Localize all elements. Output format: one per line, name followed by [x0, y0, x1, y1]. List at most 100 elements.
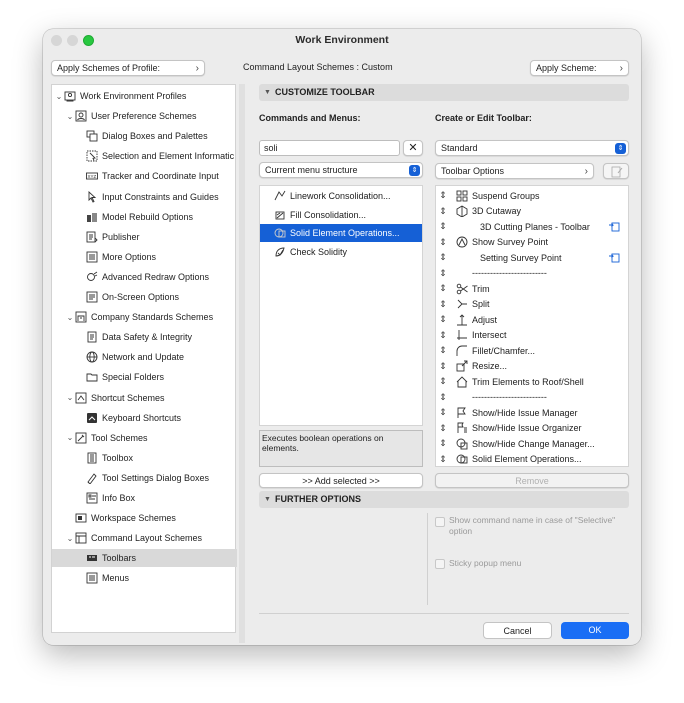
tree-item-toolbars[interactable]: Toolbars [52, 549, 237, 568]
toolbar-item[interactable]: ⇕ Suspend Groups [436, 188, 628, 203]
show-command-name-checkbox[interactable] [435, 517, 445, 527]
toolbar-item[interactable]: ⇕ Trim [436, 281, 628, 296]
tree-item-tool-schemes[interactable]: ⌄ Tool Schemes [65, 429, 235, 447]
toolbar-item[interactable]: ⇕ Resize... [436, 359, 628, 374]
toolbar-item[interactable]: ⇕ ------------------------- [436, 266, 628, 281]
tree-item-special-folders[interactable]: Special Folders [76, 368, 235, 386]
tree-item-network-and-update[interactable]: Network and Update [76, 348, 235, 366]
toolbar-item[interactable]: ⇕ Show/Hide Issue Manager [436, 405, 628, 420]
tree-item-publisher[interactable]: Publisher [76, 228, 235, 246]
tree-item-company-standards-schemes[interactable]: ⌄ Company Standards Schemes [65, 308, 235, 326]
menu-structure-select[interactable]: Current menu structure ⇕ [259, 162, 423, 178]
scheme-caption: Command Layout Schemes : Custom [243, 62, 393, 72]
close-window-button[interactable] [51, 35, 62, 46]
command-results-list[interactable]: Linework Consolidation... Fill Consolidat… [259, 185, 423, 426]
add-selected-button[interactable]: >> Add selected >> [259, 473, 423, 488]
toolbar-item[interactable]: ⇕ Show/Hide Issue Organizer [436, 421, 628, 436]
apply-scheme-button[interactable]: Apply Scheme: › [530, 60, 629, 76]
reorder-handle-icon[interactable]: ⇕ [436, 407, 450, 418]
toolbox-icon [86, 452, 98, 464]
disclosure-chevron-icon[interactable]: ⌄ [65, 433, 75, 442]
command-result-item[interactable]: Fill Consolidation... [260, 206, 422, 224]
toolbar-item[interactable]: ⇕ Adjust [436, 312, 628, 327]
tree-item-on-screen-options[interactable]: On-Screen Options [76, 288, 235, 306]
disclosure-chevron-icon[interactable]: ⌄ [65, 393, 75, 402]
resize-icon [456, 360, 468, 372]
tree-item-dialog-boxes-and-palettes[interactable]: Dialog Boxes and Palettes [76, 127, 235, 145]
pane-divider[interactable] [239, 84, 245, 643]
ok-button[interactable]: OK [561, 622, 629, 639]
reorder-handle-icon[interactable]: ⇕ [436, 376, 450, 387]
tree-item-workspace-schemes[interactable]: Workspace Schemes [65, 509, 235, 527]
toolbar-select[interactable]: Standard ⇕ [435, 140, 629, 156]
reorder-handle-icon[interactable]: ⇕ [436, 438, 450, 449]
reorder-handle-icon[interactable]: ⇕ [436, 221, 450, 232]
toolbar-item[interactable]: ⇕ 3D Cutaway [436, 204, 628, 219]
show-command-name-label: Show command name in case of "Selective"… [449, 515, 616, 536]
apply-schemes-of-profile-button[interactable]: Apply Schemes of Profile: › [51, 60, 205, 76]
customize-toolbar-header[interactable]: ▼ CUSTOMIZE TOOLBAR [259, 84, 629, 101]
reorder-handle-icon[interactable]: ⇕ [436, 190, 450, 201]
tree-item-advanced-redraw-options[interactable]: Advanced Redraw Options [76, 268, 235, 286]
tree-item-input-constraints-and-guides[interactable]: Input Constraints and Guides [76, 188, 235, 206]
clear-search-button[interactable]: ✕ [403, 140, 423, 156]
scheme-tree[interactable]: ⌄ Work Environment Profiles ⌄ User Preferen… [51, 84, 237, 633]
zoom-window-button[interactable] [83, 35, 94, 46]
tree-item-keyboard-shortcuts[interactable]: Keyboard Shortcuts [76, 409, 235, 427]
toolbar-item[interactable]: ⇕ Show/Hide Change Manager... [436, 436, 628, 451]
remove-button[interactable]: Remove [435, 473, 629, 488]
disclosure-chevron-icon[interactable]: ⌄ [54, 92, 64, 101]
toolbar-item[interactable]: ⇕ Split [436, 297, 628, 312]
reorder-handle-icon[interactable]: ⇕ [436, 392, 450, 403]
toolbar-item[interactable]: ⇕ Fillet/Chamfer... [436, 343, 628, 358]
toolbar-item-label: Solid Element Operations... [472, 454, 582, 464]
toolbar-item[interactable]: ⇕ Show Survey Point [436, 235, 628, 250]
reorder-handle-icon[interactable]: ⇕ [436, 330, 450, 341]
reorder-handle-icon[interactable]: ⇕ [436, 283, 450, 294]
reorder-handle-icon[interactable]: ⇕ [436, 237, 450, 248]
tree-item-tool-settings-dialog-boxes[interactable]: Tool Settings Dialog Boxes [76, 469, 235, 487]
toolbar-item[interactable]: ⇕ Solid Element Operations... [436, 452, 628, 467]
reorder-handle-icon[interactable]: ⇕ [436, 252, 450, 263]
toolbar-item[interactable]: ⇕ Setting Survey Point [436, 250, 628, 265]
edit-toolbar-button[interactable] [603, 163, 629, 179]
reorder-handle-icon[interactable]: ⇕ [436, 361, 450, 372]
command-result-item[interactable]: Solid Element Operations... [260, 224, 422, 242]
reorder-handle-icon[interactable]: ⇕ [436, 206, 450, 217]
disclosure-chevron-icon[interactable]: ⌄ [65, 534, 75, 543]
toolbar-items-list[interactable]: ⇕ Suspend Groups ⇕ 3D Cutaway ⇕ 3D Cutting Pl… [435, 185, 629, 467]
command-result-item[interactable]: Check Solidity [260, 243, 422, 261]
tree-item-shortcut-schemes[interactable]: ⌄ Shortcut Schemes [65, 389, 235, 407]
tree-item-model-rebuild-options[interactable]: Model Rebuild Options [76, 208, 235, 226]
sticky-popup-checkbox[interactable] [435, 559, 445, 569]
tree-item-selection-and-element-informatic[interactable]: Selection and Element Informatic [76, 147, 235, 165]
reorder-handle-icon[interactable]: ⇕ [436, 314, 450, 325]
tree-item-command-layout-schemes[interactable]: ⌄ Command Layout Schemes [65, 529, 235, 547]
disclosure-chevron-icon[interactable]: ⌄ [65, 112, 75, 121]
reorder-handle-icon[interactable]: ⇕ [436, 299, 450, 310]
tree-item-menus[interactable]: Menus [76, 569, 235, 587]
tree-item-work-environment-profiles[interactable]: ⌄ Work Environment Profiles [54, 87, 235, 105]
toolbar-item[interactable]: ⇕ ------------------------- [436, 390, 628, 405]
reorder-handle-icon[interactable]: ⇕ [436, 454, 450, 465]
command-result-item[interactable]: Linework Consolidation... [260, 187, 422, 205]
tree-item-more-options[interactable]: More Options [76, 248, 235, 266]
reorder-handle-icon[interactable]: ⇕ [436, 345, 450, 356]
minimize-window-button[interactable] [67, 35, 78, 46]
reorder-handle-icon[interactable]: ⇕ [436, 268, 450, 279]
further-options-header[interactable]: ▼ FURTHER OPTIONS [259, 491, 629, 508]
tree-item-user-preference-schemes[interactable]: ⌄ User Preference Schemes [65, 107, 235, 125]
cancel-button[interactable]: Cancel [483, 622, 552, 639]
toolbar-item[interactable]: ⇕ Trim Elements to Roof/Shell [436, 374, 628, 389]
toolbar-item[interactable]: ⇕ 3D Cutting Planes - Toolbar [436, 219, 628, 234]
command-search-input[interactable]: soli [259, 140, 400, 156]
toolbar-item[interactable]: ⇕ Intersect [436, 328, 628, 343]
reorder-handle-icon[interactable]: ⇕ [436, 423, 450, 434]
tree-item-label: Info Box [102, 493, 136, 503]
tree-item-info-box[interactable]: Info Box [76, 489, 235, 507]
tree-item-data-safety-integrity[interactable]: Data Safety & Integrity [76, 328, 235, 346]
toolbar-options-button[interactable]: Toolbar Options › [435, 163, 594, 179]
tree-item-toolbox[interactable]: Toolbox [76, 449, 235, 467]
tree-item-tracker-and-coordinate-input[interactable]: XYZ Tracker and Coordinate Input [76, 167, 235, 185]
disclosure-chevron-icon[interactable]: ⌄ [65, 313, 75, 322]
